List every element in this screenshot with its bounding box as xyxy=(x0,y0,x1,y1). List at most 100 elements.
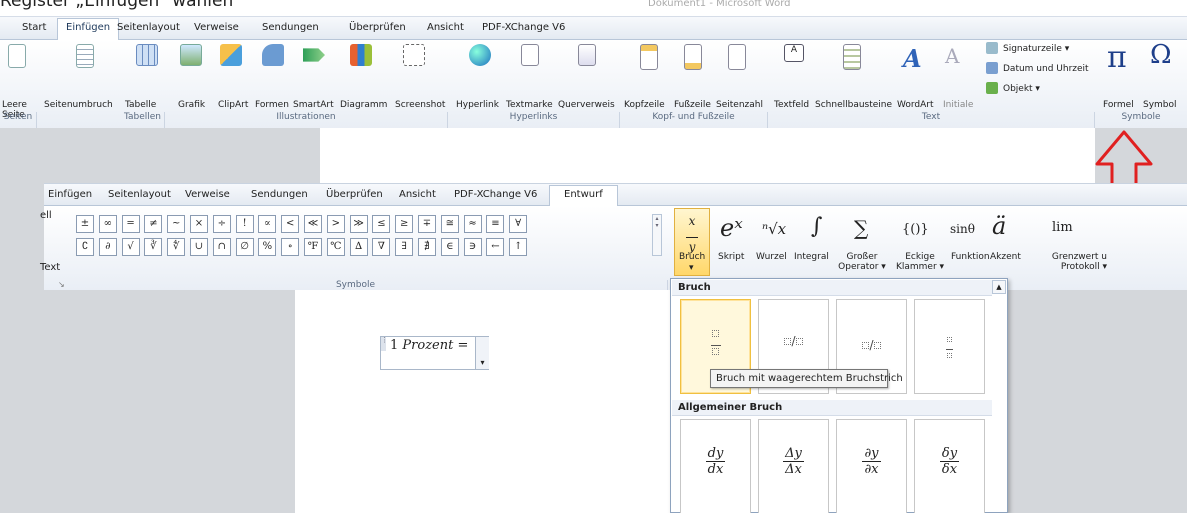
common-fraction-small-delta[interactable]: δy δx xyxy=(914,419,985,513)
smartart-button[interactable]: SmartArt xyxy=(293,100,334,110)
cross-reference-button[interactable]: Querverweis xyxy=(558,100,615,110)
bookmark-button[interactable]: Textmarke xyxy=(506,100,553,110)
limit-log-button[interactable]: Grenzwert u Protokoll ▾ xyxy=(1027,252,1107,272)
clipart-button[interactable]: ClipArt xyxy=(218,100,248,110)
symbol-button[interactable]: ~ xyxy=(167,215,186,233)
shapes-button[interactable]: Formen xyxy=(255,100,289,110)
symbol-button[interactable]: ∇ xyxy=(372,238,391,256)
symbol-button[interactable]: ≥ xyxy=(395,215,414,233)
symbol-button[interactable]: ± xyxy=(76,215,94,233)
tab-pdfxchange[interactable]: PDF-XChange V6 xyxy=(482,22,565,33)
header-button[interactable]: Kopfzeile xyxy=(624,100,665,110)
gallery-scroll-up-icon[interactable]: ▲ xyxy=(992,280,1006,294)
symbol-button[interactable]: ∋ xyxy=(463,238,482,256)
symbol-button[interactable]: ∄ xyxy=(418,238,436,256)
common-fraction-partial[interactable]: ∂y ∂x xyxy=(836,419,907,513)
equation-handle-icon[interactable]: ⋮ xyxy=(381,337,388,351)
tab-einfuegen[interactable]: Einfügen xyxy=(57,18,120,41)
symbol-button[interactable]: ∪ xyxy=(190,238,208,256)
dropcap-button[interactable]: Initiale xyxy=(943,100,973,110)
symbol-button[interactable]: ← xyxy=(486,238,505,256)
equation-button[interactable]: Formel xyxy=(1103,100,1134,110)
footer-button[interactable]: Fußzeile xyxy=(674,100,711,110)
symbol-button[interactable]: ! xyxy=(235,215,254,233)
symbol-button[interactable]: ≅ xyxy=(440,215,459,233)
tab-entwurf[interactable]: Entwurf xyxy=(549,185,618,207)
common-fraction-delta[interactable]: Δy Δx xyxy=(758,419,829,513)
symbol-button[interactable]: ÷ xyxy=(212,215,231,233)
tab-verweise[interactable]: Verweise xyxy=(194,22,239,33)
symbol-button[interactable]: ∩ xyxy=(212,238,231,256)
tab-seitenlayout-2[interactable]: Seitenlayout xyxy=(108,189,171,200)
tab-ueberpruefen-2[interactable]: Überprüfen xyxy=(326,189,383,200)
symbol-button[interactable]: ∘ xyxy=(281,238,300,256)
equation-dropdown-icon[interactable]: ▾ xyxy=(475,337,489,369)
picture-button[interactable]: Grafik xyxy=(178,100,205,110)
symbol-button[interactable]: % xyxy=(258,238,277,256)
tab-start[interactable]: Start xyxy=(22,22,46,33)
table-button[interactable]: Tabelle xyxy=(125,100,156,110)
symbol-button[interactable]: ∜ xyxy=(167,238,186,256)
script-button[interactable]: Skript xyxy=(718,252,744,262)
symbol-button[interactable]: ∈ xyxy=(440,238,459,256)
symbol-button[interactable]: √ xyxy=(121,238,140,256)
dropcap-icon: A xyxy=(945,44,960,68)
large-operator-button[interactable]: Großer Operator ▾ xyxy=(834,252,890,272)
tab-seitenlayout[interactable]: Seitenlayout xyxy=(117,22,180,33)
symbol-button[interactable]: ∅ xyxy=(235,238,254,256)
function-button[interactable]: Funktion xyxy=(951,252,990,262)
object-button[interactable]: Objekt ▾ xyxy=(1003,84,1040,94)
symbol-button[interactable]: ∛ xyxy=(144,238,163,256)
chart-button[interactable]: Diagramm xyxy=(340,100,387,110)
symbol-button[interactable]: Symbol xyxy=(1143,100,1177,110)
symbol-button[interactable]: ∝ xyxy=(258,215,277,233)
equation-box[interactable]: ⋮ 1 Prozent = ▾ xyxy=(380,336,489,370)
quickparts-button[interactable]: Schnellbausteine xyxy=(815,100,892,110)
common-fraction-dydx[interactable]: dy dx xyxy=(680,419,751,513)
accent-button[interactable]: Akzent xyxy=(990,252,1021,262)
symbol-button[interactable]: × xyxy=(190,215,208,233)
symbol-button[interactable]: ℉ xyxy=(304,238,322,256)
symbol-button[interactable]: < xyxy=(281,215,300,233)
symbol-button[interactable]: ≡ xyxy=(486,215,505,233)
tab-ansicht[interactable]: Ansicht xyxy=(427,22,464,33)
radical-button[interactable]: Wurzel xyxy=(756,252,787,262)
equation-content[interactable]: 1 Prozent = xyxy=(390,338,468,353)
symbol-button[interactable]: ∁ xyxy=(76,238,94,256)
bracket-button[interactable]: Eckige Klammer ▾ xyxy=(890,252,950,272)
tab-sendungen-2[interactable]: Sendungen xyxy=(251,189,308,200)
textbox-button[interactable]: Textfeld xyxy=(774,100,809,110)
symbol-button[interactable]: ∃ xyxy=(395,238,414,256)
group-pages: Seiten xyxy=(0,112,37,128)
signature-line-button[interactable]: Signaturzeile ▾ xyxy=(1003,44,1069,54)
symbol-button[interactable]: > xyxy=(326,215,345,233)
tab-einfuegen-2[interactable]: Einfügen xyxy=(48,189,92,200)
symbol-button[interactable]: ∀ xyxy=(509,215,528,233)
tab-pdfxchange-2[interactable]: PDF-XChange V6 xyxy=(454,189,537,200)
symbol-button[interactable]: ∓ xyxy=(418,215,436,233)
symbols-scroll[interactable]: ▴ ▾ xyxy=(652,214,662,256)
symbol-button[interactable]: ≈ xyxy=(463,215,482,233)
symbol-button[interactable]: = xyxy=(121,215,140,233)
tab-sendungen[interactable]: Sendungen xyxy=(262,22,319,33)
symbol-button[interactable]: ≫ xyxy=(349,215,368,233)
date-time-button[interactable]: Datum und Uhrzeit xyxy=(1003,64,1089,74)
symbol-button[interactable]: ≤ xyxy=(372,215,391,233)
integral-button[interactable]: Integral xyxy=(794,252,829,262)
symbol-button[interactable]: ↑ xyxy=(509,238,528,256)
symbol-button[interactable]: ≪ xyxy=(304,215,322,233)
page-break-button[interactable]: Seitenumbruch xyxy=(44,100,113,110)
tab-ansicht-2[interactable]: Ansicht xyxy=(399,189,436,200)
symbol-button[interactable]: ∆ xyxy=(349,238,368,256)
symbol-button[interactable]: ≠ xyxy=(144,215,163,233)
fraction-small[interactable] xyxy=(914,299,985,394)
screenshot-button[interactable]: Screenshot xyxy=(395,100,445,110)
page-number-button[interactable]: Seitenzahl xyxy=(716,100,763,110)
symbol-button[interactable]: ∞ xyxy=(98,215,117,233)
symbol-button[interactable]: ℃ xyxy=(326,238,345,256)
tab-ueberpruefen[interactable]: Überprüfen xyxy=(349,22,406,33)
hyperlink-button[interactable]: Hyperlink xyxy=(456,100,499,110)
symbol-button[interactable]: ∂ xyxy=(98,238,117,256)
tab-verweise-2[interactable]: Verweise xyxy=(185,189,230,200)
wordart-button[interactable]: WordArt xyxy=(897,100,934,110)
